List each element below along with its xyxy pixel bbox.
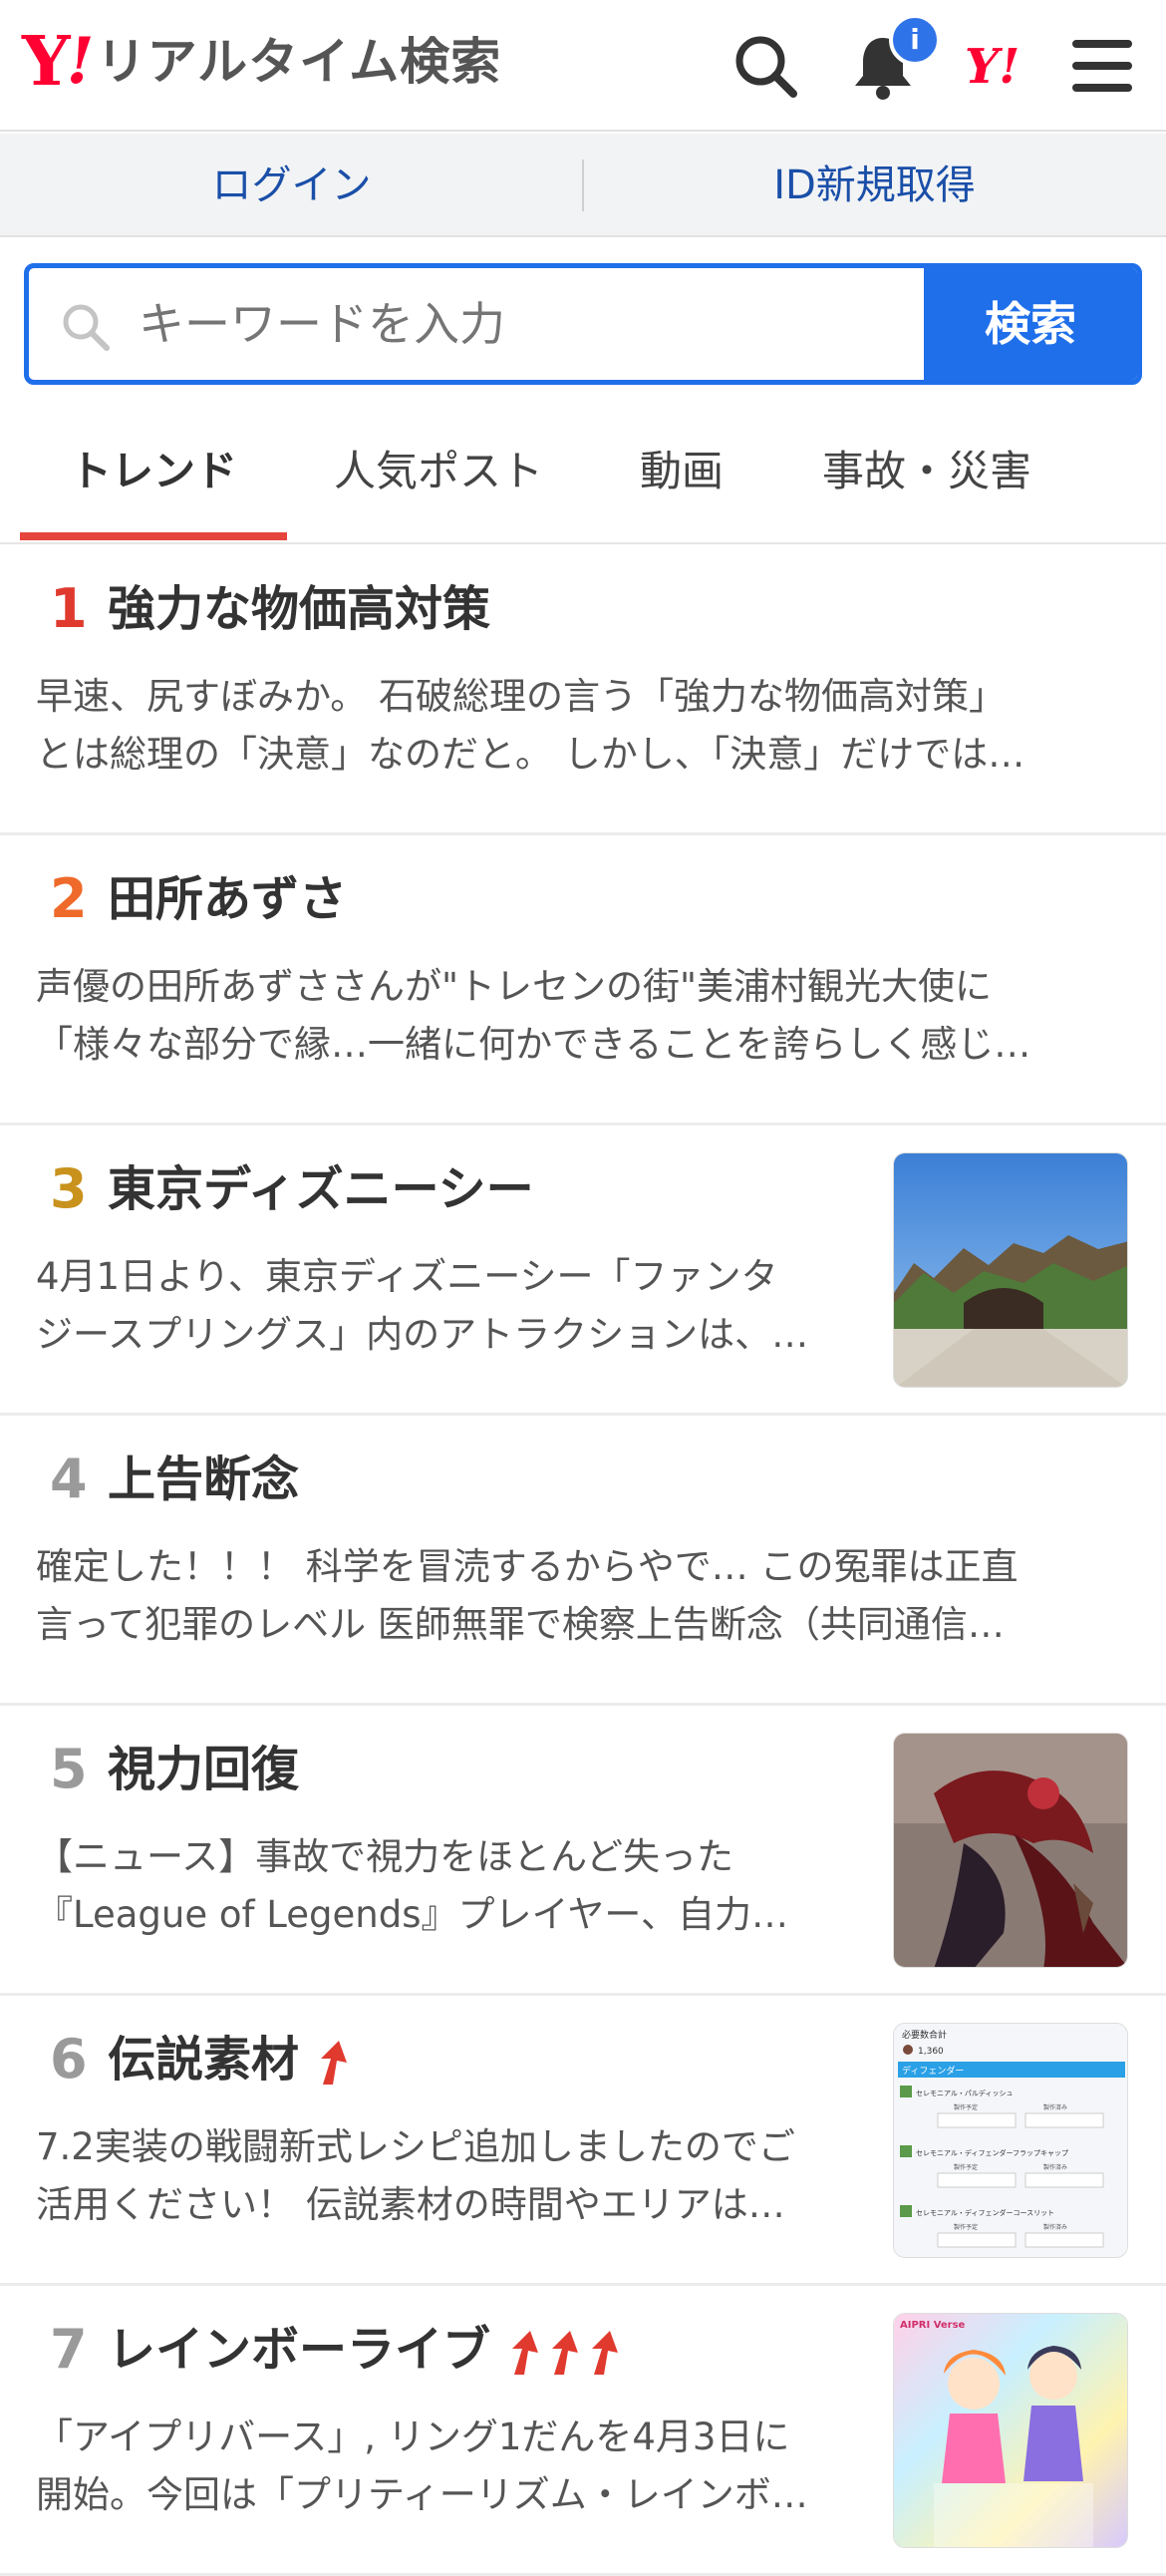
game-ui-col-label: 製作済み [1043, 2163, 1067, 2171]
search-input[interactable] [139, 268, 936, 380]
desc-line: 声優の田所あずささんが"トレセンの街"美浦村観光大使に [36, 965, 993, 1008]
search-button[interactable]: 検索 [924, 268, 1137, 380]
search-input-wrap[interactable] [29, 268, 936, 380]
desc-line: 言って犯罪のレベル 医師無罪で検察上告断念（共同通信… [36, 1603, 1005, 1646]
game-ui-col-label: 製作済み [1043, 2103, 1067, 2111]
desc-line: 【ニュース】事故で視力をほとんど失った [36, 1835, 734, 1878]
game-art-image[interactable] [893, 1733, 1128, 1968]
yahoo-realtime-logo[interactable]: Y ! リアルタイム検索 [22, 22, 502, 102]
notification-badge: i [889, 14, 941, 66]
trend-description: 確定した！！！ 科学を冒涜するからやで… この冤罪は正直 言って犯罪のレベル 医… [36, 1538, 1132, 1654]
desc-line: 7.2実装の戦闘新式レシピ追加しましたのでご [36, 2125, 795, 2168]
brand-mark: Y! [965, 39, 1020, 95]
rising-arrow-icon [512, 2331, 539, 2375]
auth-bar: ログイン ID新規取得 [0, 134, 1166, 237]
trend-rank: 7 [50, 2318, 88, 2381]
desc-line: ジースプリングス」内のアトラクションは、… [36, 1313, 809, 1356]
trend-title[interactable]: 伝説素材 [108, 2027, 353, 2093]
trend-rank: 2 [50, 867, 88, 930]
desc-line: 開始。今回は「プリティーリズム・レインボ… [36, 2473, 808, 2516]
desc-line: 確定した！！！ 科学を冒涜するからやで… この冤罪は正直 [36, 1545, 1019, 1588]
trend-item[interactable]: 3 東京ディズニーシー 4月1日より、東京ディズニーシー「ファンタ ジースプリン… [0, 1127, 1166, 1416]
trend-title-text: レインボーライブ [108, 2322, 491, 2378]
yahoo-brand-icon[interactable]: Y! [965, 32, 1040, 102]
anime-illustration[interactable]: AIPRI Verse [893, 2313, 1128, 2548]
desc-line: 4月1日より、東京ディズニーシー「ファンタ [36, 1255, 778, 1298]
search-form: 検索 [24, 263, 1142, 385]
trend-description: 【ニュース】事故で視力をほとんど失った 『League of Legends』プ… [36, 1828, 863, 1944]
menu-icon[interactable] [1064, 28, 1140, 104]
game-ui-col-label: 製作予定 [954, 2223, 978, 2231]
desc-line: 早速、尻すぼみか。 石破総理の言う「強力な物価高対策」 [36, 675, 1007, 718]
trend-description: 声優の田所あずささんが"トレセンの街"美浦村観光大使に 「様々な部分で縁…一緒に… [36, 958, 1132, 1074]
logo-y: Y [22, 22, 71, 102]
desc-line: 『League of Legends』プレイヤー、自力… [36, 1893, 788, 1936]
game-ui-row: セレモニアル・パルディッシュ [916, 2089, 1013, 2097]
logo-text: リアルタイム検索 [96, 33, 502, 91]
game-ui-count: 1,360 [918, 2047, 944, 2057]
rising-arrows [313, 2039, 353, 2087]
desc-line: 活用ください！ 伝説素材の時間やエリアは… [36, 2183, 785, 2226]
active-tab-indicator [20, 532, 287, 540]
game-ui-screenshot[interactable]: 必要数合計 1,360 ディフェンダー セレモニアル・パルディッシュ 製作予定 … [893, 2023, 1128, 2258]
category-tabs: トレンド 人気ポスト 動画 事故・災害 [0, 399, 1166, 544]
tab-video[interactable]: 動画 [598, 399, 765, 544]
trend-description: 7.2実装の戦闘新式レシピ追加しましたのでご 活用ください！ 伝説素材の時間やエ… [36, 2118, 863, 2234]
trend-title-text: 伝説素材 [108, 2032, 300, 2088]
search-field-icon [63, 304, 110, 351]
app-header: Y ! リアルタイム検索 i Y! [0, 0, 1166, 132]
auth-divider [582, 160, 584, 211]
trend-title[interactable]: レインボーライブ [108, 2317, 624, 2383]
trend-item[interactable]: 6 伝説素材 7.2実装の戦闘新式レシピ追加しましたのでご 活用ください！ 伝説… [0, 1997, 1166, 2286]
trend-item[interactable]: 1 強力な物価高対策 早速、尻すぼみか。 石破総理の言う「強力な物価高対策」 と… [0, 546, 1166, 835]
login-link[interactable]: ログイン [0, 134, 583, 235]
disney-sea-photo[interactable] [893, 1152, 1128, 1388]
desc-line: 「様々な部分で縁…一緒に何かできることを誇らしく感じ… [36, 1023, 1031, 1066]
trend-title[interactable]: 視力回復 [108, 1737, 299, 1802]
rising-arrow-icon [552, 2331, 579, 2375]
trend-item[interactable]: 4 上告断念 確定した！！！ 科学を冒涜するからやで… この冤罪は正直 言って犯… [0, 1417, 1166, 1706]
trend-rank: 5 [50, 1738, 88, 1800]
trend-description: 4月1日より、東京ディズニーシー「ファンタ ジースプリングス」内のアトラクション… [36, 1248, 863, 1364]
rising-arrows [504, 2329, 624, 2377]
trend-item[interactable]: 2 田所あずさ 声優の田所あずささんが"トレセンの街"美浦村観光大使に 「様々な… [0, 836, 1166, 1126]
trend-rank: 1 [50, 577, 88, 640]
trend-description: 早速、尻すぼみか。 石破総理の言う「強力な物価高対策」 とは総理の「決意」なのだ… [36, 668, 1132, 784]
rising-arrow-icon [592, 2331, 619, 2375]
rising-arrow-icon [321, 2041, 348, 2085]
search-icon[interactable] [728, 28, 803, 104]
register-link[interactable]: ID新規取得 [583, 134, 1166, 235]
game-ui-col-label: 製作予定 [954, 2103, 978, 2111]
tab-trend[interactable]: トレンド [20, 399, 287, 544]
game-ui-col-label: 製作予定 [954, 2163, 978, 2171]
trend-title[interactable]: 東京ディズニーシー [108, 1156, 534, 1222]
trend-rank: 6 [50, 2028, 88, 2091]
trend-rank: 4 [50, 1448, 88, 1510]
trend-description: 「アイプリバース」, リング1だんを4月3日に 開始。今回は「プリティーリズム・… [36, 2409, 863, 2524]
game-ui-row: セレモニアル・ディフェンダーコースリット [916, 2208, 1054, 2217]
game-ui-row: セレモニアル・ディフェンダーフラップキャップ [916, 2148, 1068, 2157]
trend-item[interactable]: 5 視力回復 【ニュース】事故で視力をほとんど失った 『League of Le… [0, 1707, 1166, 1996]
game-ui-category: ディフェンダー [902, 2065, 964, 2077]
trend-item[interactable]: 7 レインボーライブ 「アイプリバース」, リング1だんを4月3日に 開始。今回… [0, 2287, 1166, 2576]
anime-brand: AIPRI Verse [900, 2320, 966, 2331]
game-ui-header: 必要数合計 [902, 2029, 947, 2041]
trend-title[interactable]: 強力な物価高対策 [108, 576, 490, 642]
logo-exclamation: ! [66, 24, 95, 99]
desc-line: 「アイプリバース」, リング1だんを4月3日に [36, 2415, 790, 2458]
game-ui-col-label: 製作済み [1043, 2223, 1067, 2231]
trend-rank: 3 [50, 1157, 88, 1220]
trend-title[interactable]: 田所あずさ [108, 866, 347, 932]
tab-popular-posts[interactable]: 人気ポスト [299, 399, 578, 544]
desc-line: とは総理の「決意」なのだと。 しかし、「決意」だけでは… [36, 733, 1025, 776]
tab-accidents-disasters[interactable]: 事故・災害 [787, 399, 1066, 544]
trend-title[interactable]: 上告断念 [108, 1447, 299, 1512]
